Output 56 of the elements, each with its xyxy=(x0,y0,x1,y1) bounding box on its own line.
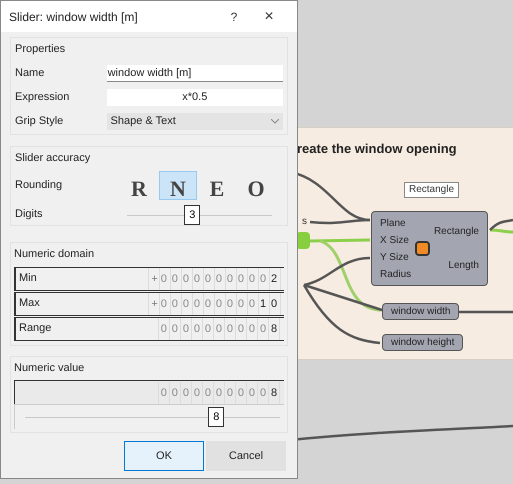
output-param[interactable]: Length xyxy=(448,258,479,273)
component-icon xyxy=(415,241,430,256)
slider-track[interactable]: 3 xyxy=(127,204,272,226)
slider-thumb[interactable]: 8 xyxy=(208,407,224,427)
field-label: Max xyxy=(19,296,40,312)
digit-value: 8 xyxy=(270,386,282,400)
domain-row[interactable]: Max + 000000000 10 xyxy=(14,292,284,316)
slider-track[interactable]: 8 xyxy=(25,406,280,428)
field-label: Name xyxy=(15,66,46,82)
leading-digits: 000000000 xyxy=(160,296,260,312)
rounding-option[interactable]: O xyxy=(237,171,275,200)
digit-value: 10 xyxy=(260,296,282,312)
output-param[interactable]: Rectangle xyxy=(434,224,479,240)
dialog-button[interactable]: Cancel xyxy=(206,441,286,471)
field-label: Digits xyxy=(15,207,44,222)
input-param[interactable]: Radius xyxy=(380,266,412,283)
chevron-down-icon xyxy=(271,119,279,124)
field-label: Range xyxy=(19,321,52,336)
domain-row[interactable]: Range 0000000000 8 xyxy=(14,316,284,340)
input-param[interactable]: Plane xyxy=(380,215,412,232)
input-param[interactable]: Y Size xyxy=(380,249,412,266)
name-field[interactable]: window width [m] xyxy=(106,65,283,82)
sign-digit: + xyxy=(151,272,158,286)
window-title: Slider: window width [m] xyxy=(9,8,139,26)
field-label: Grip Style xyxy=(15,114,64,130)
digit-value: 2 xyxy=(270,272,282,286)
sign-digit: + xyxy=(151,296,158,312)
rounding-option[interactable]: R xyxy=(120,171,158,200)
value-field[interactable]: 0000000000 8 xyxy=(14,380,284,404)
group-header: Properties xyxy=(15,42,66,57)
leading-digits: 0000000000 xyxy=(160,272,271,286)
group-header: Numeric domain xyxy=(14,247,96,262)
component-label: s xyxy=(302,215,307,229)
relay-node[interactable]: window width xyxy=(382,303,460,320)
field-label: Rounding xyxy=(15,178,64,194)
relay-node[interactable]: window height xyxy=(382,334,464,351)
domain-row[interactable]: Min + 0000000000 2 xyxy=(14,266,284,290)
input-param[interactable]: X Size xyxy=(380,232,412,249)
expression-field[interactable]: x*0.5 xyxy=(106,89,283,106)
digit-value: 8 xyxy=(270,322,282,336)
close-button[interactable]: × xyxy=(249,4,289,28)
rectangle-component[interactable]: Plane X Size Y Size Radius Rectangle Length xyxy=(371,211,488,286)
leading-digits: 0000000000 xyxy=(160,322,271,336)
grip-style-dropdown[interactable]: Shape & Text xyxy=(106,113,283,130)
group-title: reate the window opening xyxy=(297,140,457,158)
rounding-option[interactable]: N xyxy=(159,171,197,200)
field-label: Expression xyxy=(15,90,70,106)
dialog-button[interactable]: OK xyxy=(124,441,204,471)
help-button[interactable]: ? xyxy=(219,8,249,26)
group-header: Slider accuracy xyxy=(15,151,92,166)
rounding-option[interactable]: E xyxy=(198,171,236,200)
tooltip: Rectangle xyxy=(404,182,460,198)
slider-thumb[interactable]: 3 xyxy=(184,204,200,224)
group-header: Numeric value xyxy=(14,360,86,376)
leading-digits: 0000000000 xyxy=(160,386,271,400)
field-label: Min xyxy=(19,271,37,286)
